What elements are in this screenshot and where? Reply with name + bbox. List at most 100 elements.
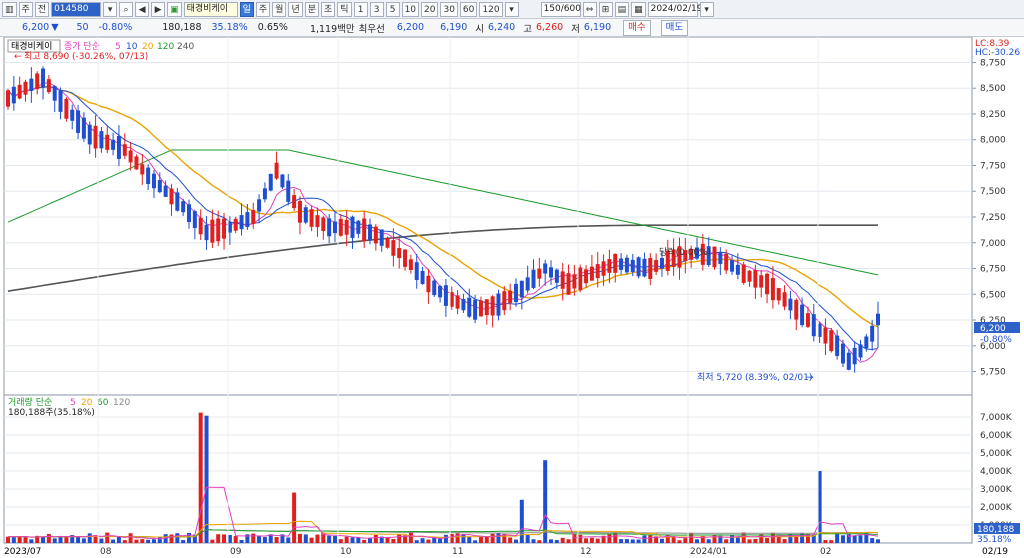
period-tick[interactable]: 틱 (337, 1, 352, 17)
next-stock-icon[interactable]: ▶ (151, 1, 166, 17)
volume-bar (840, 535, 845, 543)
ask-price: 6,200 (396, 22, 425, 33)
volume-bar (426, 539, 431, 543)
volume-bar (747, 539, 752, 543)
stock-chart[interactable]: 8,750 8,500 8,250 8,000 7,750 7,500 7,250 7,000… (0, 37, 1024, 558)
candle-body (876, 313, 880, 326)
date-input[interactable]: 2024/02/19 (647, 1, 702, 17)
high-arrow-icon: ← (14, 52, 22, 62)
candle-body (432, 280, 437, 296)
volume-bar (858, 535, 863, 543)
minute-1[interactable]: 1 (353, 1, 368, 17)
stock-code-input[interactable] (51, 1, 102, 17)
candle-body (835, 335, 840, 356)
buy-button[interactable]: 매수 (623, 19, 651, 36)
prev-stock-icon[interactable]: ◀ (135, 1, 150, 17)
candle-body (858, 344, 863, 358)
volume-bar (560, 537, 565, 543)
count-input[interactable]: 150/600 (540, 1, 581, 17)
period-day[interactable]: 일 (239, 1, 254, 17)
candle-body (852, 347, 857, 365)
x-tick-label: 08 (100, 547, 112, 557)
code-dropdown-icon[interactable]: ▾ (103, 1, 118, 17)
candle-body (659, 257, 664, 269)
volume-tick-label: 3,000K (980, 485, 1013, 495)
candle-body (245, 212, 250, 228)
volume-bar (151, 539, 156, 543)
date-dropdown-icon[interactable]: ▾ (699, 1, 714, 17)
period-month[interactable]: 월 (272, 1, 287, 17)
volume-bar (216, 534, 221, 543)
volume-bar (706, 539, 711, 543)
favorite-icon[interactable]: ▣ (167, 1, 182, 17)
period-second[interactable]: 초 (321, 1, 336, 17)
volume-bar (286, 537, 291, 543)
volume-bar (356, 537, 361, 543)
candle-body (385, 237, 390, 248)
lock-icon[interactable]: ⊞ (598, 1, 613, 17)
volume-bar (251, 533, 256, 543)
candle-body (157, 180, 162, 193)
candle-body (770, 278, 775, 301)
candle-body (788, 298, 793, 311)
bid-price: 6,190 (440, 22, 468, 33)
sell-button[interactable]: 매도 (660, 19, 689, 36)
volume-bar (408, 532, 413, 543)
save-icon[interactable]: ▤ (614, 1, 630, 17)
change-percent: -0.80% (98, 22, 133, 33)
price-legend-ma10: 10 (126, 42, 138, 52)
minute-60[interactable]: 60 (459, 1, 478, 17)
period-week[interactable]: 주 (255, 1, 271, 17)
search-icon[interactable]: ⌕ (119, 1, 134, 17)
period-year[interactable]: 년 (288, 1, 303, 17)
candle-body (251, 210, 256, 224)
candle-body (373, 226, 378, 244)
volume-bar (724, 539, 729, 543)
change-value: 50 (76, 22, 89, 33)
volume-tick-label: 2,000K (980, 503, 1013, 513)
market-select[interactable]: 주 (18, 1, 33, 17)
trade-amount: 1,119백만 (309, 23, 355, 35)
period-minute[interactable]: 분 (304, 1, 319, 17)
candle-body (443, 285, 448, 306)
layout-icon[interactable]: ▥ (2, 1, 17, 17)
volume-bar (735, 537, 740, 543)
minute-120[interactable]: 120 (479, 1, 503, 17)
minute-dropdown-icon[interactable]: ▾ (504, 1, 519, 17)
candle-body (724, 253, 729, 271)
candle-body (111, 139, 116, 150)
candle-body (309, 209, 314, 227)
candle-body (257, 199, 262, 212)
volume-bar (659, 538, 664, 543)
minute-5[interactable]: 5 (385, 1, 400, 17)
volume-bar (181, 540, 186, 543)
minute-20[interactable]: 20 (421, 1, 439, 17)
candle-body (338, 218, 343, 236)
volume-bar (140, 539, 145, 543)
volume-bar (134, 539, 139, 543)
x-tick-label: 02 (820, 547, 831, 557)
candle-body (461, 298, 466, 311)
minute-10[interactable]: 10 (401, 1, 420, 17)
candle-body (601, 261, 606, 276)
price-tick-label: 7,000 (980, 239, 1006, 249)
candle-body (654, 260, 659, 272)
minute-3[interactable]: 3 (369, 1, 384, 17)
volume-bar (327, 535, 332, 543)
volume-bar (765, 538, 770, 543)
volume-bar (829, 540, 834, 543)
candle-body (414, 262, 419, 280)
candle-body (642, 258, 647, 277)
volume-bar (87, 533, 92, 543)
view-select[interactable]: 전 (34, 1, 50, 17)
volume-bar (589, 537, 594, 543)
scroll-range-icon[interactable]: ⇔ (582, 1, 597, 17)
candle-body (315, 215, 320, 228)
candle-body (747, 270, 752, 282)
calendar-icon[interactable]: ▦ (631, 1, 646, 17)
candle-body (76, 110, 81, 133)
candle-body (239, 215, 244, 230)
candle-body (519, 280, 524, 298)
minute-30[interactable]: 30 (440, 1, 458, 17)
volume-bar (76, 536, 81, 543)
